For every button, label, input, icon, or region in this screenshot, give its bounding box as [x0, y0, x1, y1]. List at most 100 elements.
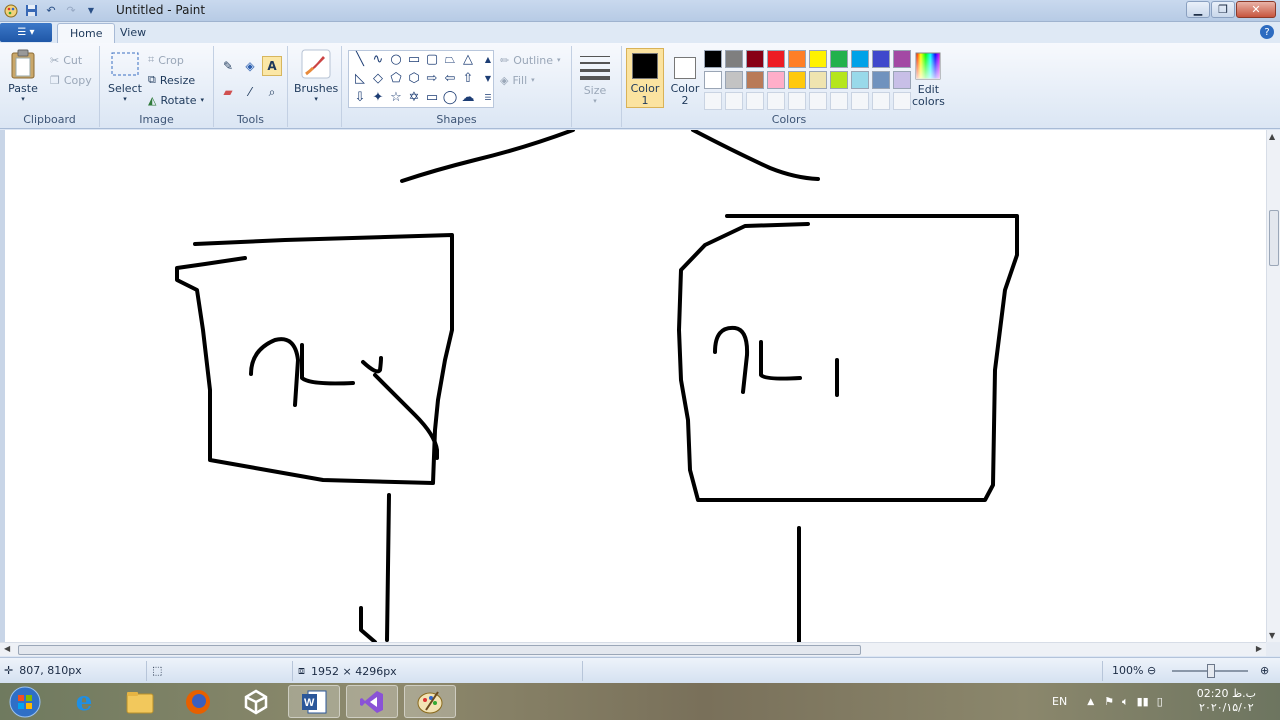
unity-icon[interactable] [230, 685, 282, 718]
palette-swatch[interactable] [788, 50, 806, 68]
action-center-icon[interactable]: ⚑ [1104, 695, 1114, 708]
paint-app-icon[interactable] [2, 2, 20, 19]
size-button[interactable]: Size ▾ [580, 50, 610, 105]
custom-color-slot[interactable] [872, 92, 890, 110]
shapes-scroll-up-icon[interactable]: ▲ [479, 51, 497, 69]
paint-menu-button[interactable]: ☰ ▾ [0, 23, 52, 42]
palette-swatch[interactable] [746, 71, 764, 89]
palette-swatch[interactable] [767, 71, 785, 89]
right-triangle-shape-icon[interactable]: ◺ [351, 70, 369, 88]
polygon-shape-icon[interactable]: ⏢ [441, 51, 459, 69]
select-button[interactable]: Select ▾ [108, 48, 142, 103]
tab-view[interactable]: View [108, 23, 158, 43]
custom-color-slot[interactable] [851, 92, 869, 110]
save-icon[interactable] [22, 2, 40, 19]
palette-swatch[interactable] [872, 71, 890, 89]
word-icon[interactable]: W [288, 685, 340, 718]
scroll-down-icon[interactable]: ▼ [1269, 631, 1275, 640]
palette-swatch[interactable] [851, 71, 869, 89]
pentagon-shape-icon[interactable]: ⬠ [387, 70, 405, 88]
show-hidden-icons-icon[interactable]: ▲ [1087, 697, 1094, 707]
fill-button[interactable]: ◈ Fill ▾ [500, 71, 535, 89]
palette-swatch[interactable] [704, 71, 722, 89]
language-indicator[interactable]: EN [1052, 695, 1067, 708]
magnifier-icon[interactable]: ⌕ [262, 82, 282, 102]
scroll-right-icon[interactable]: ▶ [1256, 644, 1262, 653]
visual-studio-icon[interactable] [346, 685, 398, 718]
taskbar-clock[interactable]: 02:20 ب.ظ ۲۰۲۰/۱۵/۰۲ [1197, 687, 1256, 715]
close-button[interactable]: ✕ [1236, 1, 1276, 18]
brushes-button[interactable]: Brushes ▾ [294, 48, 338, 103]
crop-button[interactable]: ⌗ Crop [148, 51, 184, 69]
outline-button[interactable]: ✏ Outline ▾ [500, 51, 561, 69]
rotate-button[interactable]: ◭ Rotate ▾ [148, 91, 204, 109]
four-point-star-shape-icon[interactable]: ✦ [369, 89, 387, 107]
firefox-icon[interactable] [172, 685, 224, 718]
copy-button[interactable]: ❐ Copy [50, 71, 92, 89]
custom-color-slot[interactable] [893, 92, 911, 110]
scroll-up-icon[interactable]: ▲ [1269, 132, 1275, 141]
help-icon[interactable]: ? [1260, 25, 1274, 39]
fill-bucket-icon[interactable]: ◈ [240, 56, 260, 76]
zoom-out-button[interactable]: ⊖ [1147, 664, 1156, 677]
left-arrow-shape-icon[interactable]: ⇦ [441, 70, 459, 88]
horizontal-scrollbar[interactable]: ◀ ▶ [0, 642, 1266, 656]
edit-colors-button[interactable]: Edit colors [912, 50, 945, 108]
drawing-canvas[interactable] [5, 130, 1266, 642]
palette-swatch[interactable] [851, 50, 869, 68]
resize-button[interactable]: ⧉ Resize [148, 71, 195, 89]
callout-oval-shape-icon[interactable]: ◯ [441, 89, 459, 107]
palette-swatch[interactable] [767, 50, 785, 68]
minimize-button[interactable]: ▁ [1186, 1, 1210, 18]
cloud-callout-shape-icon[interactable]: ☁ [459, 89, 477, 107]
start-orb-icon[interactable] [0, 685, 50, 718]
vertical-scrollbar[interactable]: ▲ ▼ [1266, 130, 1280, 642]
palette-swatch[interactable] [725, 50, 743, 68]
diamond-shape-icon[interactable]: ◇ [369, 70, 387, 88]
five-point-star-shape-icon[interactable]: ☆ [387, 89, 405, 107]
palette-swatch[interactable] [725, 71, 743, 89]
rectangle-shape-icon[interactable]: ▭ [405, 51, 423, 69]
palette-swatch[interactable] [830, 71, 848, 89]
down-arrow-shape-icon[interactable]: ⇩ [351, 89, 369, 107]
shapes-scroll-down-icon[interactable]: ▼ [479, 70, 497, 88]
internet-explorer-icon[interactable]: e [58, 685, 110, 718]
palette-swatch[interactable] [809, 71, 827, 89]
palette-swatch[interactable] [746, 50, 764, 68]
curve-shape-icon[interactable]: ∿ [369, 51, 387, 69]
tab-home[interactable]: Home [57, 23, 116, 43]
palette-swatch[interactable] [872, 50, 890, 68]
horizontal-scroll-thumb[interactable] [18, 645, 861, 655]
color1-button[interactable]: Color 1 [626, 48, 664, 108]
eraser-icon[interactable]: ▰ [218, 82, 238, 102]
color-picker-icon[interactable]: ⁄ [240, 82, 260, 102]
power-icon[interactable]: ▯ [1157, 695, 1163, 708]
custom-color-slot[interactable] [704, 92, 722, 110]
up-arrow-shape-icon[interactable]: ⇧ [459, 70, 477, 88]
paste-button[interactable]: Paste ▾ [8, 48, 38, 103]
custom-color-slot[interactable] [746, 92, 764, 110]
six-point-star-shape-icon[interactable]: ✡ [405, 89, 423, 107]
shapes-gallery[interactable]: ╲ ∿ ○ ▭ ▢ ⏢ △ ◺ ◇ ⬠ ⬡ ⇨ ⇦ ⇧ ⇩ ✦ ☆ ✡ ▭ ◯ … [348, 50, 494, 108]
network-icon[interactable]: ▮▮ [1137, 695, 1149, 708]
customize-qat-icon[interactable]: ▼ [82, 2, 100, 19]
scroll-left-icon[interactable]: ◀ [4, 644, 10, 653]
palette-swatch[interactable] [704, 50, 722, 68]
custom-color-slot[interactable] [788, 92, 806, 110]
palette-swatch[interactable] [893, 71, 911, 89]
shapes-expand-icon[interactable]: ☰ [479, 89, 497, 107]
triangle-shape-icon[interactable]: △ [459, 51, 477, 69]
palette-swatch[interactable] [809, 50, 827, 68]
right-arrow-shape-icon[interactable]: ⇨ [423, 70, 441, 88]
custom-color-slot[interactable] [725, 92, 743, 110]
zoom-in-button[interactable]: ⊕ [1260, 664, 1269, 677]
redo-icon[interactable]: ↷ [62, 2, 80, 19]
vertical-scroll-thumb[interactable] [1269, 210, 1279, 266]
custom-color-slot[interactable] [830, 92, 848, 110]
oval-shape-icon[interactable]: ○ [387, 51, 405, 69]
palette-swatch[interactable] [893, 50, 911, 68]
palette-swatch[interactable] [830, 50, 848, 68]
callout-rect-shape-icon[interactable]: ▭ [423, 89, 441, 107]
hexagon-shape-icon[interactable]: ⬡ [405, 70, 423, 88]
line-shape-icon[interactable]: ╲ [351, 51, 369, 69]
